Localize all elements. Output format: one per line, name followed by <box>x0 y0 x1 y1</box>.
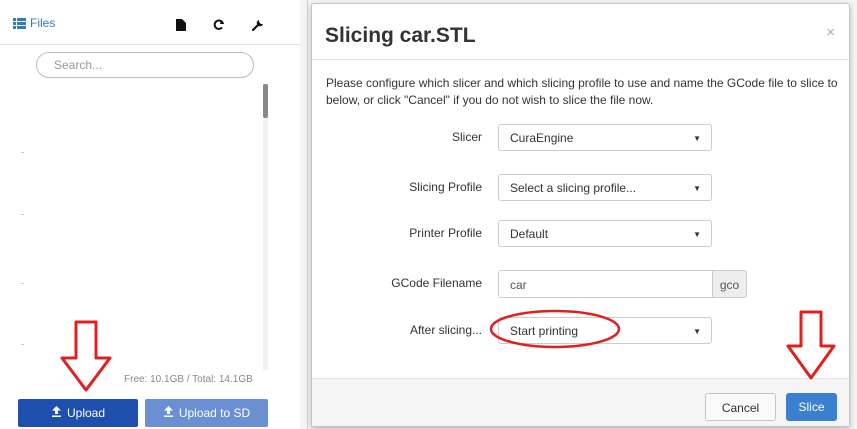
list-icon <box>13 17 26 29</box>
list-separator <box>21 283 24 284</box>
storage-info: Free: 10.1GB / Total: 14.1GB <box>124 374 253 385</box>
dialog-title: Slicing car.STL <box>325 24 476 47</box>
search-input[interactable]: Search... <box>36 52 254 78</box>
scrollbar-thumb[interactable] <box>263 84 268 118</box>
files-panel: Files Search... Free: 10.1GB / Total: 14… <box>0 0 300 429</box>
chevron-down-icon: ▼ <box>693 134 701 143</box>
after-slicing-select[interactable]: Start printing ▼ <box>498 317 712 344</box>
chevron-down-icon: ▼ <box>693 230 701 239</box>
slicing-profile-select[interactable]: Select a slicing profile... ▼ <box>498 174 712 201</box>
gcode-extension-addon: gco <box>712 270 747 298</box>
upload-to-sd-button[interactable]: Upload to SD <box>145 399 268 427</box>
slicer-select[interactable]: CuraEngine ▼ <box>498 124 712 151</box>
slicing-profile-value: Select a slicing profile... <box>510 181 637 195</box>
upload-icon <box>51 406 62 420</box>
upload-button[interactable]: Upload <box>18 399 138 427</box>
close-icon[interactable]: × <box>826 24 835 41</box>
after-slicing-label: After slicing... <box>409 323 482 337</box>
wrench-icon[interactable] <box>251 18 264 36</box>
cancel-button[interactable]: Cancel <box>705 393 776 421</box>
list-separator <box>21 152 24 153</box>
upload-to-sd-label: Upload to SD <box>178 406 251 420</box>
printer-profile-label: Printer Profile <box>409 226 482 240</box>
after-slicing-value: Start printing <box>510 324 579 338</box>
list-separator <box>21 344 24 345</box>
gcode-filename-input[interactable]: car <box>498 270 712 298</box>
upload-icon <box>163 406 174 420</box>
upload-button-label: Upload <box>66 406 106 420</box>
dialog-description: Please configure which slicer and which … <box>326 76 838 107</box>
file-icon[interactable] <box>176 18 186 36</box>
refresh-icon[interactable] <box>213 18 225 36</box>
file-list-scrollbar[interactable] <box>263 84 268 370</box>
files-title[interactable]: Files <box>13 16 55 30</box>
files-header: Files <box>0 0 300 45</box>
slicer-label: Slicer <box>451 130 482 144</box>
list-separator <box>21 214 24 215</box>
chevron-down-icon: ▼ <box>693 327 701 336</box>
gcode-filename-label: GCode Filename <box>391 276 482 290</box>
printer-profile-select[interactable]: Default ▼ <box>498 220 712 247</box>
files-title-label: Files <box>30 16 56 30</box>
dialog-header: Slicing car.STL × <box>312 4 849 60</box>
slice-button[interactable]: Slice <box>786 393 837 421</box>
panel-divider <box>307 0 308 429</box>
slicing-profile-label: Slicing Profile <box>409 180 482 194</box>
printer-profile-value: Default <box>510 227 549 241</box>
chevron-down-icon: ▼ <box>693 184 701 193</box>
slicer-value: CuraEngine <box>510 131 574 145</box>
slicing-dialog: Slicing car.STL × Please configure which… <box>311 3 850 427</box>
